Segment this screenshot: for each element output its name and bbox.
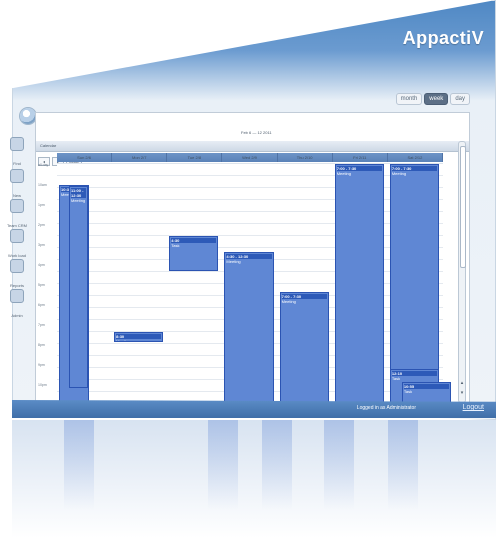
screen: AppactiV month week day Find New Team CR… [0,0,496,538]
calendar-event[interactable]: 10:55 Task [401,381,451,404]
nav-item-new[interactable]: New [2,169,32,202]
nav-label-team-crm: Team CRM [6,223,27,228]
event-title: Meeting [336,171,351,176]
nav-label-workload: Work load [8,253,26,258]
time-label: 8pm [38,343,45,347]
time-label: 5pm [38,283,45,287]
chart-icon [10,259,24,273]
time-label: 4pm [38,263,45,267]
time-label: all-day [38,163,49,167]
week-grid[interactable]: 10:30 - 12:30Meeting11:00 - 12:30Meeting… [57,163,451,404]
nav-label-admin: Admin [11,313,23,318]
new-document-icon [10,169,24,183]
reflection-bar [262,420,292,510]
scroll-up-icon[interactable]: ▴ [459,380,465,386]
nav-item-admin[interactable]: Admin [2,289,32,322]
day-header[interactable]: Fri 2/11 [332,153,388,162]
brand-logo: AppactiV [402,28,484,48]
event-title: Meeting [391,171,407,176]
event-time: 11:00 - 12:30 [71,188,87,199]
reflection-overlay [12,420,496,538]
day-header[interactable]: Mon 2/7 [112,153,168,162]
time-label: 2pm [38,223,45,227]
calendar-title: Calendar [40,143,57,148]
day-header[interactable]: Thu 2/10 [277,153,333,162]
view-week-button[interactable]: week [424,93,449,105]
event-title: Meeting [226,259,241,264]
calendar-panel: Feb 6 — 12 2011 Calendar ◂ ▸ today Sun 2… [35,112,470,407]
event-title: Task [403,388,413,394]
day-header[interactable]: Wed 2/9 [222,153,278,162]
reflection-bar [208,420,238,510]
calendar-header-bar [36,141,469,152]
calendar-event[interactable]: 4:30 Task [169,236,219,272]
event-title: Meeting [116,339,131,342]
team-icon [10,199,24,213]
status-bar [12,400,496,418]
search-icon [10,137,24,151]
nav-label-new: New [12,193,21,198]
logout-link[interactable]: Logout [463,404,484,411]
vertical-scrollbar[interactable]: ▴ ▾ [458,141,466,403]
nav-item-team-crm[interactable]: Team CRM [2,199,32,232]
view-switch: month week day [395,93,470,105]
day-header[interactable]: Tue 2/8 [167,153,223,162]
view-day-button[interactable]: day [450,93,470,105]
event-title: Meeting [281,299,296,304]
day-header[interactable]: Sat 2/12 [387,153,443,162]
time-gutter: all-day 10am 1pm 2pm 3pm 4pm 5pm 6pm 7pm 8pm 9pm 10… [38,163,56,407]
time-label: 6pm [38,303,45,307]
time-label: 10am [38,183,47,187]
days-header: Sun 2/6 Mon 2/7 Tue 2/8 Wed 2/9 Thu 2/10 Fri … [57,153,443,162]
time-label: 9pm [38,363,45,367]
calendar-event[interactable]: 8:30 Meeting [114,332,164,342]
nav-label-reports: Reports [9,283,24,288]
nav-item-find[interactable]: Find [2,137,32,170]
nav-item-reports[interactable]: Reports [2,259,32,292]
time-label: 1pm [38,203,45,207]
calendar-event[interactable]: 11:00 - 12:30 Meeting [69,186,89,388]
calendar-date-range: Feb 6 — 12 2011 [241,130,272,135]
calendar-event[interactable]: 7:00 - 7:30 Meeting [279,292,329,404]
reflection-bar [64,420,94,510]
view-month-button[interactable]: month [395,93,423,105]
calendar-event[interactable]: 4:30 - 12:30 Meeting [224,252,274,404]
nav-label-find: Find [13,161,21,166]
calendar-event[interactable]: 7:00 - 7:30 Meeting [334,164,384,404]
event-title: Task [391,375,401,381]
time-label: 3pm [38,243,45,247]
reflection-bar [324,420,354,510]
time-label: 10pm [38,383,47,387]
app-orb-icon[interactable] [20,108,36,124]
reflection-bar [388,420,418,510]
scroll-down-icon[interactable]: ▾ [459,390,465,396]
gauge-icon [10,229,24,243]
login-status: Logged in as Administrator [356,405,416,411]
scrollbar-thumb[interactable] [460,146,466,268]
event-title: Meeting [71,198,86,204]
day-header[interactable]: Sun 2/6 [57,153,113,162]
nav-item-workload[interactable]: Work load [2,229,32,262]
left-nav: Find New Team CRM Work load Reports Admi… [0,137,36,337]
time-label: 7pm [38,323,45,327]
event-title: Task [171,243,180,248]
gear-icon [10,289,24,303]
